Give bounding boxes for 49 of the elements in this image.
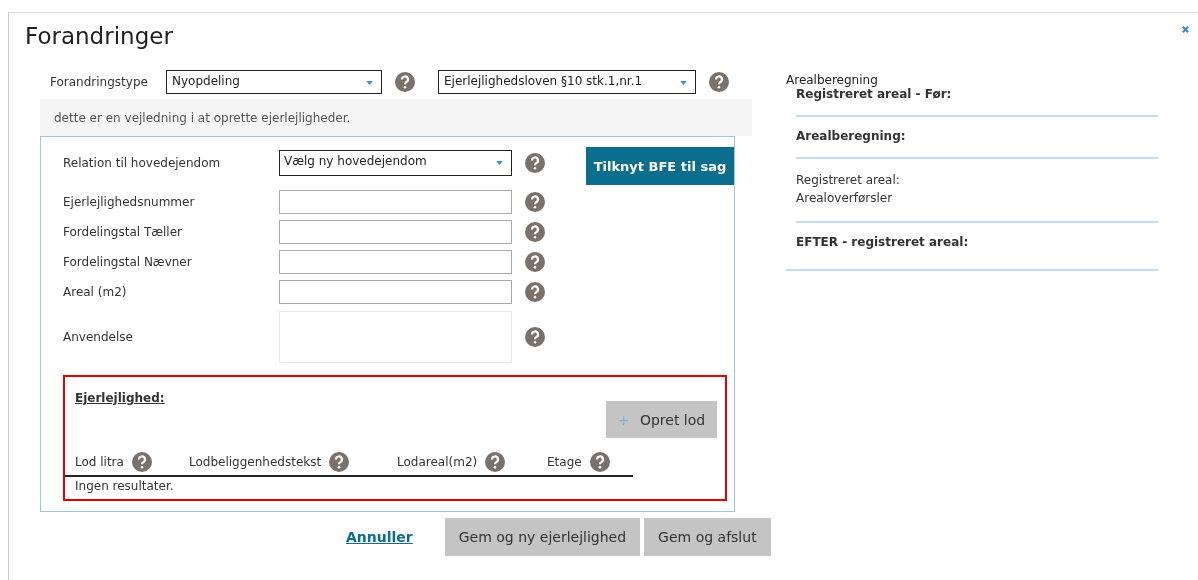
- field-label: Relation til hovedejendom: [63, 156, 222, 170]
- dialog-title: Forandringer: [25, 23, 173, 49]
- guide-text: dette er en vejledning i at oprette ejerlejligheder.: [54, 110, 351, 125]
- section-heading: Arealberegning:: [796, 129, 907, 143]
- help-icon[interactable]: [485, 452, 506, 472]
- help-icon[interactable]: [131, 452, 152, 472]
- save-button[interactable]: Gem og afslut: [644, 518, 771, 556]
- help-icon[interactable]: [525, 282, 545, 302]
- dropdown-field[interactable]: Ejerlejlighedsloven §10 stk.1,nr.1: [438, 70, 696, 94]
- help-icon[interactable]: [589, 452, 610, 472]
- column-header: Etage: [547, 455, 582, 469]
- dropdown-caret-icon: [496, 161, 503, 165]
- help-icon[interactable]: [395, 72, 415, 92]
- dropdown-caret-icon: [366, 81, 373, 85]
- add-lot-button[interactable]: + Opret lod: [606, 401, 717, 438]
- dropdown-field[interactable]: Nyopdeling: [166, 70, 382, 94]
- section-text: Arealoverførsler: [796, 190, 894, 207]
- field-label: Fordelingstal Nævner: [63, 255, 193, 269]
- panel-title: Arealberegning: [786, 73, 879, 87]
- input-field[interactable]: [279, 280, 512, 304]
- cancel-link[interactable]: Annuller: [346, 529, 413, 545]
- column-header: Lodbeliggenhedstekst: [189, 455, 322, 469]
- input-field[interactable]: [279, 250, 512, 274]
- section-text: Registreret areal:: [796, 172, 901, 189]
- field-label: Ejerlejlighedsnummer: [63, 195, 196, 209]
- section-title: Ejerlejlighed:: [75, 391, 165, 407]
- column-header: Lodareal(m2): [397, 455, 478, 469]
- empty-message: Ingen resultater.: [74, 478, 175, 495]
- help-icon[interactable]: [525, 327, 545, 347]
- help-icon[interactable]: [525, 153, 545, 173]
- section-heading: Registreret areal - Før:: [796, 87, 953, 101]
- help-icon[interactable]: [525, 222, 545, 242]
- input-field[interactable]: [279, 220, 512, 244]
- help-icon[interactable]: [525, 252, 545, 272]
- help-icon[interactable]: [709, 72, 729, 92]
- help-icon[interactable]: [329, 452, 350, 472]
- save-button[interactable]: Gem og ny ejerlejlighed: [444, 518, 641, 556]
- help-icon[interactable]: [525, 192, 545, 212]
- field-label: Anvendelse: [63, 330, 134, 344]
- section-heading: EFTER - registreret areal:: [796, 235, 970, 249]
- field-label: Areal (m2): [63, 285, 128, 299]
- field-label: Forandringstype: [50, 75, 149, 89]
- dropdown-field[interactable]: Vælg ny hovedejendom: [279, 150, 512, 176]
- link-bfe-button[interactable]: Tilknyt BFE til sag: [585, 147, 734, 185]
- dropdown-caret-icon: [680, 81, 687, 85]
- field-label: Fordelingstal Tæller: [63, 225, 183, 239]
- column-header: Lod litra: [75, 455, 124, 469]
- close-icon[interactable]: [1181, 25, 1190, 34]
- input-field[interactable]: [279, 190, 512, 214]
